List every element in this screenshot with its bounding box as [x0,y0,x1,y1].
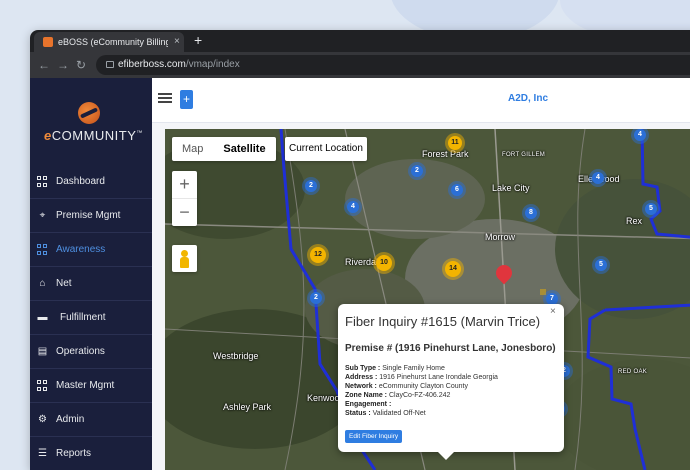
favicon-icon [43,37,53,47]
map-cluster-marker[interactable]: 2 [310,292,322,304]
map-cluster-marker[interactable]: 6 [451,184,463,196]
map-cluster-marker[interactable]: 11 [448,136,462,150]
card-icon: ▤ [37,346,48,357]
map-type-control: Map Satellite [172,137,276,161]
popup-field: Network : eCommunity Clayton County [345,383,468,390]
popup-field: Engagement : [345,401,392,408]
grid-icon [37,244,48,255]
sidebar-menu: Dashboard ⌖ Premise Mgmt Awareness ⌂ Net… [30,165,152,470]
map-cluster-marker[interactable]: 4 [347,201,359,213]
grid-icon [37,380,48,391]
map-view[interactable]: Forest Park FORT GILLEM Lake City Ellenw… [165,129,690,470]
sidebar-item-awareness[interactable]: Awareness [30,233,152,267]
tab-bar: eBOSS (eCommunity Billing & C × + [30,30,690,52]
sidebar-item-reports[interactable]: ☰ Reports [30,437,152,470]
sidebar-item-label: Premise Mgmt [56,210,121,221]
zoom-out-button[interactable]: − [172,199,197,226]
popup-details: Sub Type : Single Family Home Address : … [345,364,498,418]
list-icon: ☰ [38,448,47,459]
map-place-label: Morrow [485,232,516,242]
map-cluster-marker[interactable]: 8 [525,207,537,219]
lock-icon [106,61,114,68]
tab-title: eBOSS (eCommunity Billing & C [58,37,168,47]
address-bar: ← → ↻ efiberboss.com/vmap/index [30,52,690,78]
street-view-pegman-icon[interactable] [172,245,197,272]
sidebar-item-label: Fulfillment [60,312,106,323]
truck-icon: ▬ [37,312,48,323]
popup-field: Address : 1916 Pinehurst Lane Irondale G… [345,374,498,381]
map-place-label: Rex [626,216,643,226]
map-place-label: Forest Park [422,149,469,159]
map-cluster-marker[interactable]: 10 [376,255,392,271]
browser-tab[interactable]: eBOSS (eCommunity Billing & C × [34,32,184,52]
sidebar: eCOMMUNITY™ Dashboard ⌖ Premise Mgmt Awa… [30,78,152,470]
reload-icon[interactable]: ↻ [76,58,86,72]
sidebar-item-premise-mgmt[interactable]: ⌖ Premise Mgmt [30,199,152,233]
sidebar-item-label: Admin [56,414,85,425]
logo-orb-icon [78,102,100,124]
forward-arrow-icon[interactable]: → [57,58,69,72]
map-cluster-marker[interactable]: 2 [305,180,317,192]
map-cluster-marker[interactable]: 2 [411,165,423,177]
map-pin-icon: ⌖ [39,210,46,221]
map-cluster-marker[interactable]: 4 [592,172,604,184]
sidebar-item-net[interactable]: ⌂ Net [30,267,152,301]
sidebar-item-label: Master Mgmt [56,380,115,391]
top-bar: + A2D, Inc [152,78,690,123]
sidebar-item-admin[interactable]: ⚙ Admin [30,403,152,437]
popup-close-button[interactable]: × [550,306,556,317]
ecommunity-logo: eCOMMUNITY™ [30,98,152,148]
main-content: + A2D, Inc Forest Park FORT GILLEM Lake … [152,78,690,470]
browser-window: eBOSS (eCommunity Billing & C × + ← → ↻ … [30,30,690,470]
map-place-label: Lake City [492,183,530,193]
map-cluster-marker[interactable]: 5 [595,259,607,271]
add-button[interactable]: + [180,90,193,109]
sidebar-item-operations[interactable]: ▤ Operations [30,335,152,369]
map-place-label: Kenwoo [307,393,340,403]
sidebar-item-fulfillment[interactable]: ▬ Fulfillment [30,301,152,335]
popup-premise: Premise # (1916 Pinehurst Lane, Jonesbor… [345,343,556,354]
zoom-in-button[interactable]: + [172,171,197,199]
sidebar-item-label: Reports [56,448,92,459]
popup-field: Sub Type : Single Family Home [345,365,445,372]
map-cluster-marker[interactable]: 12 [310,247,326,263]
map-type-satellite-button[interactable]: Satellite [213,137,275,161]
sidebar-item-master-mgmt[interactable]: Master Mgmt [30,369,152,403]
menu-toggle-icon[interactable] [158,93,172,103]
map-place-label: Ashley Park [223,402,272,412]
map-place-label: FORT GILLEM [502,152,546,158]
map-cluster-marker[interactable]: 14 [445,261,461,277]
popup-field: Zone Name : ClayCo-FZ-406.242 [345,392,451,399]
user-gear-icon: ⚙ [38,414,47,425]
edit-fiber-inquiry-button[interactable]: Edit Fiber Inquiry [345,430,403,443]
grid-icon [37,176,48,187]
dome-icon: ⌂ [39,278,46,289]
tab-close-button[interactable]: × [174,36,180,47]
sidebar-item-label: Dashboard [56,176,105,187]
url-text: efiberboss.com/vmap/index [118,59,240,70]
back-arrow-icon[interactable]: ← [38,58,50,72]
url-field[interactable]: efiberboss.com/vmap/index [96,55,690,75]
new-tab-button[interactable]: + [194,32,202,48]
map-cluster-marker[interactable]: 5 [645,203,657,215]
popup-field: Status : Validated Off-Net [345,410,426,417]
fiber-inquiry-popup: × Fiber Inquiry #1615 (Marvin Trice) Pre… [338,304,564,460]
popup-title: Fiber Inquiry #1615 (Marvin Trice) [345,314,541,329]
zoom-control: + − [172,171,197,226]
sidebar-item-label: Awareness [56,244,106,255]
map-place-label: Westbridge [213,351,259,361]
map-cluster-marker[interactable]: 4 [634,129,646,141]
sidebar-item-dashboard[interactable]: Dashboard [30,165,152,199]
organization-name: A2D, Inc [508,93,549,104]
map-type-map-button[interactable]: Map [172,137,213,161]
current-location-button[interactable]: Current Location [285,137,367,161]
sidebar-item-label: Net [56,278,72,289]
map-place-label: RED OAK [618,369,648,375]
sidebar-item-label: Operations [56,346,105,357]
logo-text: eCOMMUNITY™ [44,128,143,143]
